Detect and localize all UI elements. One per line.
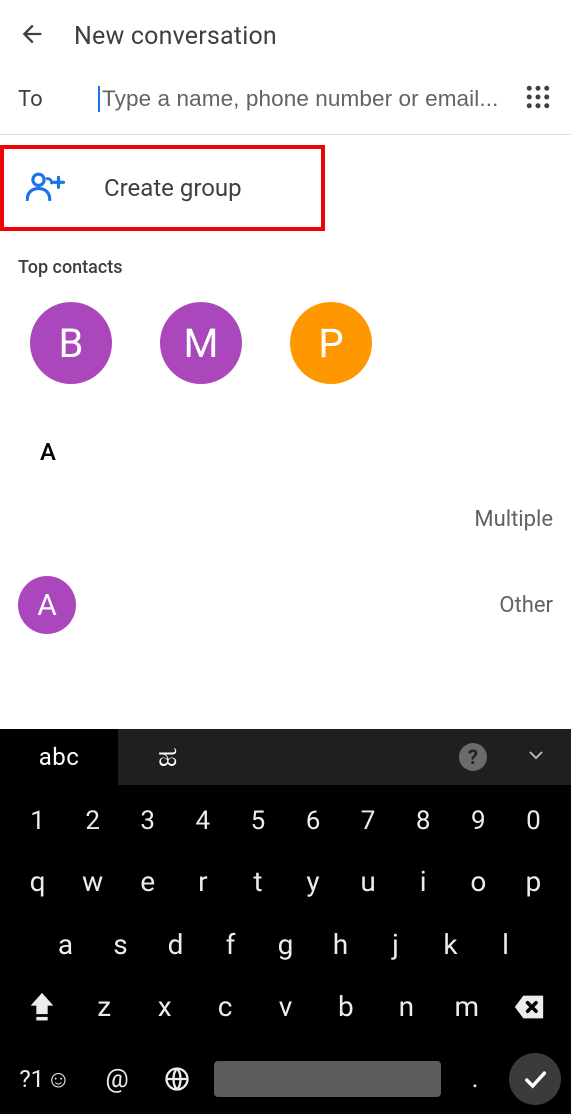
key-e[interactable]: e	[120, 853, 175, 910]
key-q[interactable]: q	[10, 853, 65, 910]
keyboard-help-button[interactable]: ?	[459, 743, 487, 771]
key-x[interactable]: x	[134, 978, 194, 1035]
key-j[interactable]: j	[368, 916, 423, 973]
section-letter: A	[0, 408, 571, 476]
top-contacts-label: Top contacts	[0, 231, 571, 278]
key-0[interactable]: 0	[506, 794, 561, 848]
keyboard-row-zxcv: z x c v b n m	[4, 978, 567, 1035]
keyboard-script-tab[interactable]: ಹ	[158, 740, 177, 774]
dialpad-icon	[523, 82, 553, 112]
to-label: To	[18, 87, 98, 112]
key-6[interactable]: 6	[285, 794, 340, 848]
key-n[interactable]: n	[376, 978, 436, 1035]
key-g[interactable]: g	[258, 916, 313, 973]
key-b[interactable]: b	[316, 978, 376, 1035]
key-8[interactable]: 8	[396, 794, 451, 848]
key-k[interactable]: k	[423, 916, 478, 973]
key-i[interactable]: i	[396, 853, 451, 910]
contact-row[interactable]: A Other	[0, 562, 571, 648]
keyboard-mode-tab[interactable]: abc	[0, 729, 118, 785]
recipient-input[interactable]	[102, 86, 511, 112]
key-5[interactable]: 5	[230, 794, 285, 848]
keyboard-row-qwerty: q w e r t y u i o p	[4, 853, 567, 910]
check-icon	[521, 1065, 549, 1093]
key-l[interactable]: l	[478, 916, 533, 973]
contact-avatar	[18, 490, 76, 548]
arrow-left-icon	[18, 20, 46, 48]
key-m[interactable]: m	[437, 978, 497, 1035]
page-title: New conversation	[74, 22, 277, 51]
at-key[interactable]: @	[94, 1064, 140, 1094]
keyboard-collapse-button[interactable]	[527, 746, 545, 768]
key-v[interactable]: v	[255, 978, 315, 1035]
backspace-icon	[512, 990, 546, 1024]
backspace-key[interactable]	[497, 978, 561, 1035]
emoji-icon: ☺	[46, 1065, 71, 1094]
key-h[interactable]: h	[313, 916, 368, 973]
shift-key[interactable]	[10, 978, 74, 1035]
key-z[interactable]: z	[74, 978, 134, 1035]
contact-type-label: Other	[499, 593, 553, 618]
keyboard-row-numbers: 1 2 3 4 5 6 7 8 9 0	[4, 794, 567, 848]
key-w[interactable]: w	[65, 853, 120, 910]
create-group-label: Create group	[104, 174, 242, 202]
key-o[interactable]: o	[451, 853, 506, 910]
top-contact-avatar[interactable]: M	[160, 302, 242, 384]
create-group-button[interactable]: Create group	[26, 171, 299, 205]
key-2[interactable]: 2	[65, 794, 120, 848]
space-key[interactable]	[214, 1061, 441, 1097]
globe-icon	[163, 1065, 191, 1093]
to-row: To	[0, 72, 571, 135]
key-y[interactable]: y	[285, 853, 340, 910]
contact-avatar: A	[18, 576, 76, 634]
symbols-key-label: ?1	[19, 1065, 44, 1093]
chevron-down-icon	[527, 746, 545, 764]
key-3[interactable]: 3	[120, 794, 175, 848]
language-key[interactable]	[154, 1065, 200, 1093]
key-1[interactable]: 1	[10, 794, 65, 848]
key-7[interactable]: 7	[341, 794, 396, 848]
back-button[interactable]	[18, 20, 46, 52]
contact-type-label: Multiple	[474, 507, 553, 532]
key-p[interactable]: p	[506, 853, 561, 910]
symbols-key[interactable]: ?1☺	[10, 1065, 80, 1094]
key-r[interactable]: r	[175, 853, 230, 910]
keyboard-row-asdf: a s d f g h j k l	[4, 916, 567, 973]
period-key[interactable]: .	[455, 1064, 495, 1094]
soft-keyboard: abc ಹ ? 1 2 3 4 5 6 7 8 9 0 q w e r	[0, 729, 571, 1114]
key-9[interactable]: 9	[451, 794, 506, 848]
top-contact-avatar[interactable]: B	[30, 302, 112, 384]
contact-row[interactable]: Multiple	[0, 476, 571, 562]
top-contacts-row: B M P	[0, 278, 571, 408]
key-f[interactable]: f	[203, 916, 258, 973]
key-c[interactable]: c	[195, 978, 255, 1035]
text-cursor	[98, 86, 100, 112]
key-a[interactable]: a	[38, 916, 93, 973]
top-contact-avatar[interactable]: P	[290, 302, 372, 384]
shift-icon	[25, 990, 59, 1024]
key-d[interactable]: d	[148, 916, 203, 973]
key-4[interactable]: 4	[175, 794, 230, 848]
create-group-highlight: Create group	[0, 145, 325, 231]
key-u[interactable]: u	[341, 853, 396, 910]
key-t[interactable]: t	[230, 853, 285, 910]
enter-key[interactable]	[509, 1053, 561, 1105]
key-s[interactable]: s	[93, 916, 148, 973]
group-add-icon	[26, 171, 66, 205]
dialpad-button[interactable]	[523, 82, 553, 116]
